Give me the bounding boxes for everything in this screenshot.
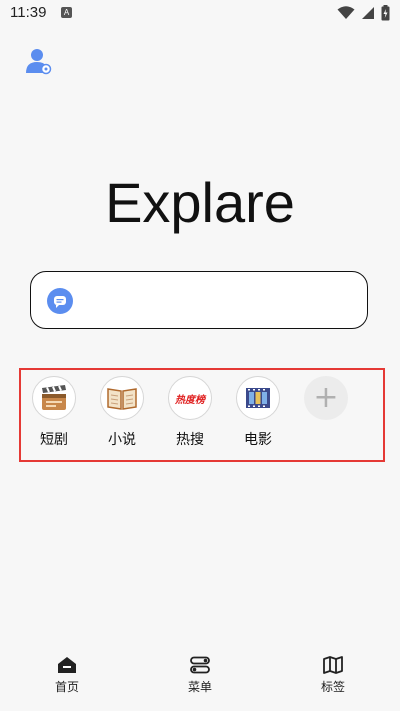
- user-settings-icon: [26, 49, 52, 75]
- status-time: 11:39: [10, 4, 47, 21]
- app-title: Explare: [105, 171, 295, 234]
- shortcut-label: 热搜: [176, 432, 204, 448]
- bottom-nav: 首页 菜单 标签: [0, 650, 400, 711]
- plus-icon: +: [304, 376, 348, 420]
- battery-icon: [381, 5, 390, 21]
- nav-label: 标签: [320, 680, 345, 694]
- status-icons: [337, 5, 390, 21]
- status-bar: 11:39 A: [0, 0, 400, 28]
- open-book-icon: [100, 376, 144, 420]
- nav-bookmarks[interactable]: 标签: [303, 656, 363, 695]
- signal-icon: [362, 7, 374, 19]
- shortcut-short-drama[interactable]: 短剧: [24, 376, 84, 449]
- shortcut-label: 小说: [108, 432, 136, 448]
- add-shortcut-button[interactable]: +: [296, 376, 356, 420]
- nav-label: 菜单: [187, 680, 212, 694]
- shortcut-panel: 短剧 小说 热度榜 热搜 电影 +: [19, 368, 385, 462]
- shortcut-label: 短剧: [40, 432, 68, 448]
- map-icon: [322, 656, 344, 674]
- film-strip-icon: [236, 376, 280, 420]
- shortcut-movie[interactable]: 电影: [228, 376, 288, 449]
- nav-menu[interactable]: 菜单: [170, 656, 230, 695]
- clapperboard-icon: [32, 376, 76, 420]
- notification-icon: A: [61, 7, 72, 18]
- chat-bubble-icon[interactable]: [47, 288, 73, 314]
- profile-button[interactable]: [24, 46, 54, 76]
- shortcut-novel[interactable]: 小说: [92, 376, 152, 449]
- search-input[interactable]: [30, 271, 368, 329]
- home-icon: [56, 656, 78, 674]
- shortcut-hot-search[interactable]: 热度榜 热搜: [160, 376, 220, 449]
- shortcut-label: 电影: [244, 432, 272, 448]
- hot-list-icon-text: 热度榜: [175, 394, 205, 406]
- hot-list-icon: 热度榜: [168, 376, 212, 420]
- menu-toggle-icon: [189, 656, 211, 674]
- nav-label: 首页: [54, 680, 79, 694]
- nav-home[interactable]: 首页: [37, 656, 97, 695]
- wifi-icon: [337, 6, 355, 19]
